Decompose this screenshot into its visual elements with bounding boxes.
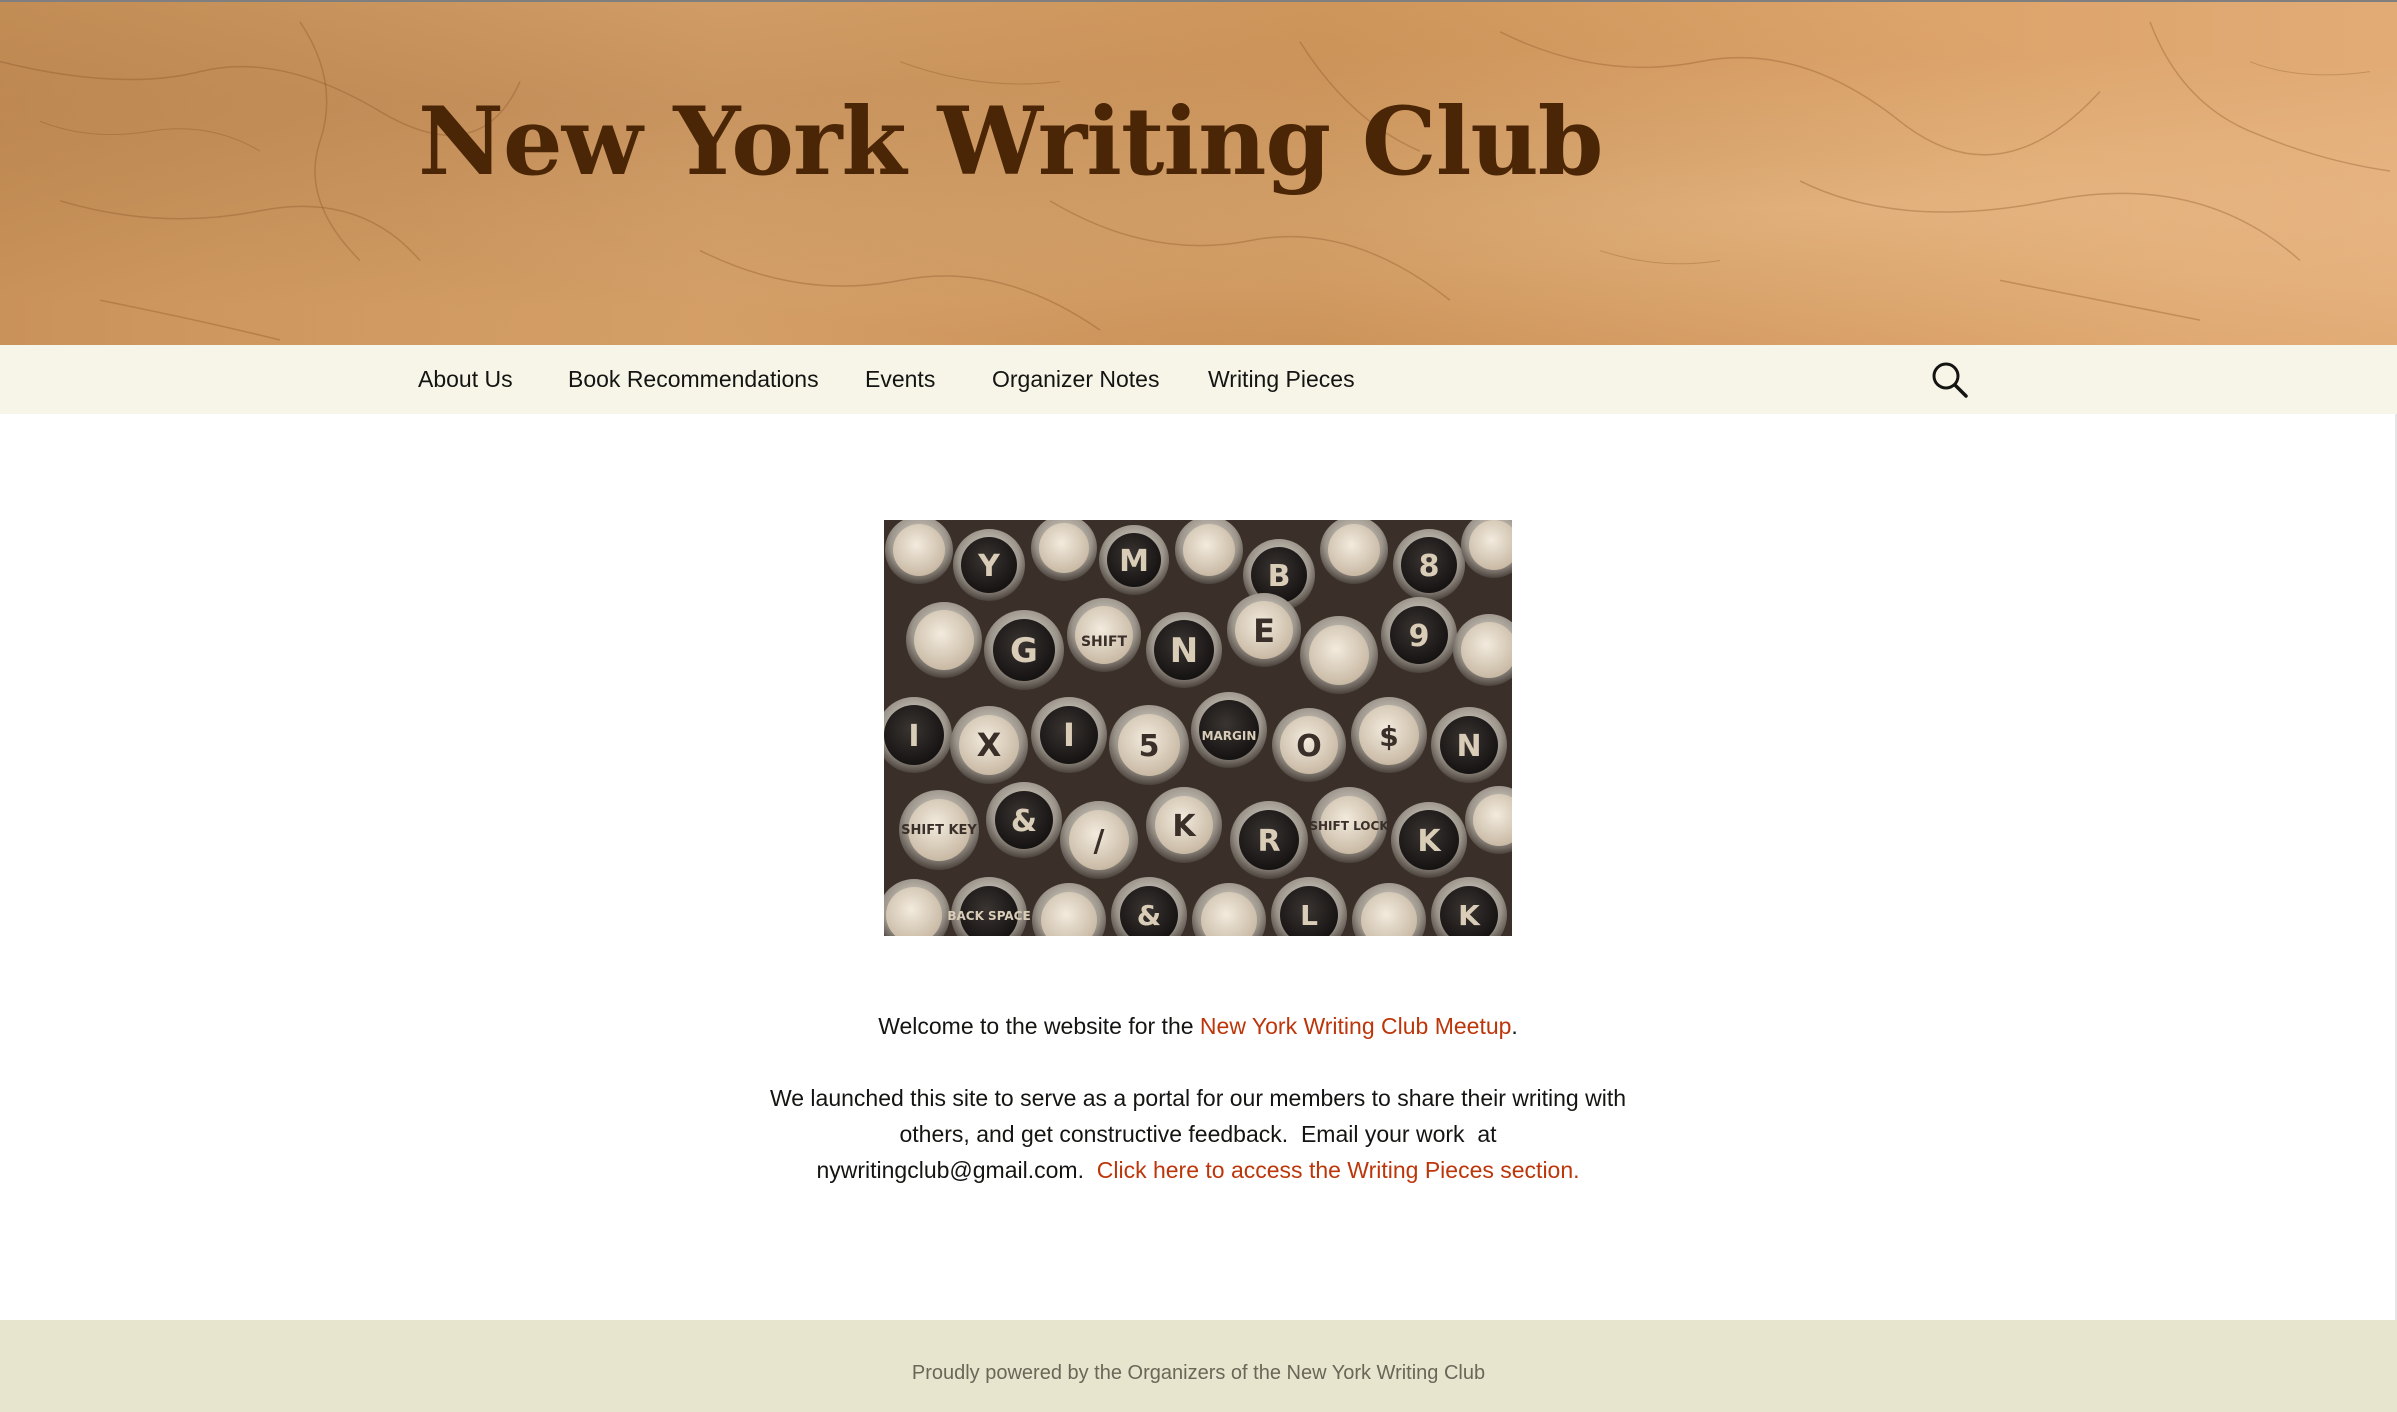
svg-text:MARGIN: MARGIN (1202, 729, 1257, 743)
search-button[interactable] (1930, 360, 1970, 400)
svg-text:8: 8 (1419, 549, 1440, 584)
nav-item-writing-pieces[interactable]: Writing Pieces (1208, 345, 1355, 414)
svg-text:&: & (1011, 804, 1037, 839)
svg-text:$: $ (1379, 720, 1398, 753)
svg-text:SHIFT: SHIFT (1081, 634, 1128, 650)
svg-text:BACK SPACE: BACK SPACE (947, 909, 1030, 923)
site-title[interactable]: New York Writing Club (418, 82, 1603, 202)
nav-item-book-recommendations[interactable]: Book Recommendations (568, 345, 819, 414)
nav-item-about-us[interactable]: About Us (418, 345, 513, 414)
svg-text:B: B (1268, 559, 1291, 594)
welcome-period: . (1511, 1013, 1518, 1039)
main-navigation: About Us Book Recommendations Events Org… (0, 345, 2397, 414)
svg-text:I: I (1063, 716, 1075, 754)
intro-line-1: We launched this site to serve as a port… (769, 1085, 1627, 1111)
svg-text:E: E (1253, 612, 1275, 650)
meetup-link[interactable]: New York Writing Club Meetup (1200, 1013, 1512, 1039)
nav-item-organizer-notes[interactable]: Organizer Notes (992, 345, 1159, 414)
svg-text:N: N (1456, 729, 1481, 764)
svg-text:I: I (908, 719, 919, 754)
svg-text:SHIFT KEY: SHIFT KEY (901, 823, 977, 838)
svg-text:K: K (1417, 824, 1442, 859)
site-header: New York Writing Club (0, 0, 2397, 345)
welcome-paragraph: Welcome to the website for the New York … (740, 1008, 1656, 1044)
site-footer: Proudly powered by the Organizers of the… (0, 1320, 2397, 1412)
svg-text:M: M (1119, 544, 1149, 579)
svg-text:G: G (1010, 631, 1038, 671)
svg-text:Y: Y (977, 549, 1001, 584)
typewriter-keys-illustration: Y M B 8 G SHIFT N E 9 I X I 5 MARGIN O $… (884, 520, 1512, 936)
search-icon (1932, 362, 1968, 398)
svg-text:X: X (977, 726, 1002, 764)
svg-text:N: N (1170, 631, 1198, 671)
svg-text:R: R (1257, 824, 1280, 859)
welcome-text: Welcome to the website for the (878, 1013, 1200, 1039)
writing-pieces-link[interactable]: Click here to access the Writing Pieces … (1097, 1157, 1580, 1183)
svg-text:O: O (1296, 729, 1322, 764)
footer-credit[interactable]: Proudly powered by the Organizers of the… (0, 1362, 2397, 1385)
svg-text:&: & (1137, 899, 1161, 932)
svg-text:5: 5 (1139, 729, 1160, 764)
svg-text:/: / (1094, 824, 1105, 859)
intro-line-3: nywritingclub@gmail.com. Click here to a… (740, 1152, 1656, 1188)
intro-line-2: others, and get constructive feedback. E… (899, 1121, 1497, 1147)
svg-text:K: K (1458, 899, 1481, 932)
svg-text:K: K (1172, 809, 1197, 844)
svg-text:SHIFT LOCK: SHIFT LOCK (1309, 819, 1389, 833)
email-text: nywritingclub@gmail.com. (816, 1157, 1097, 1183)
svg-text:9: 9 (1409, 619, 1430, 654)
typewriter-keys-image: Y M B 8 G SHIFT N E 9 I X I 5 MARGIN O $… (884, 520, 1512, 936)
intro-paragraph: We launched this site to serve as a port… (740, 1080, 1656, 1188)
svg-text:L: L (1300, 899, 1318, 932)
nav-item-events[interactable]: Events (865, 345, 935, 414)
